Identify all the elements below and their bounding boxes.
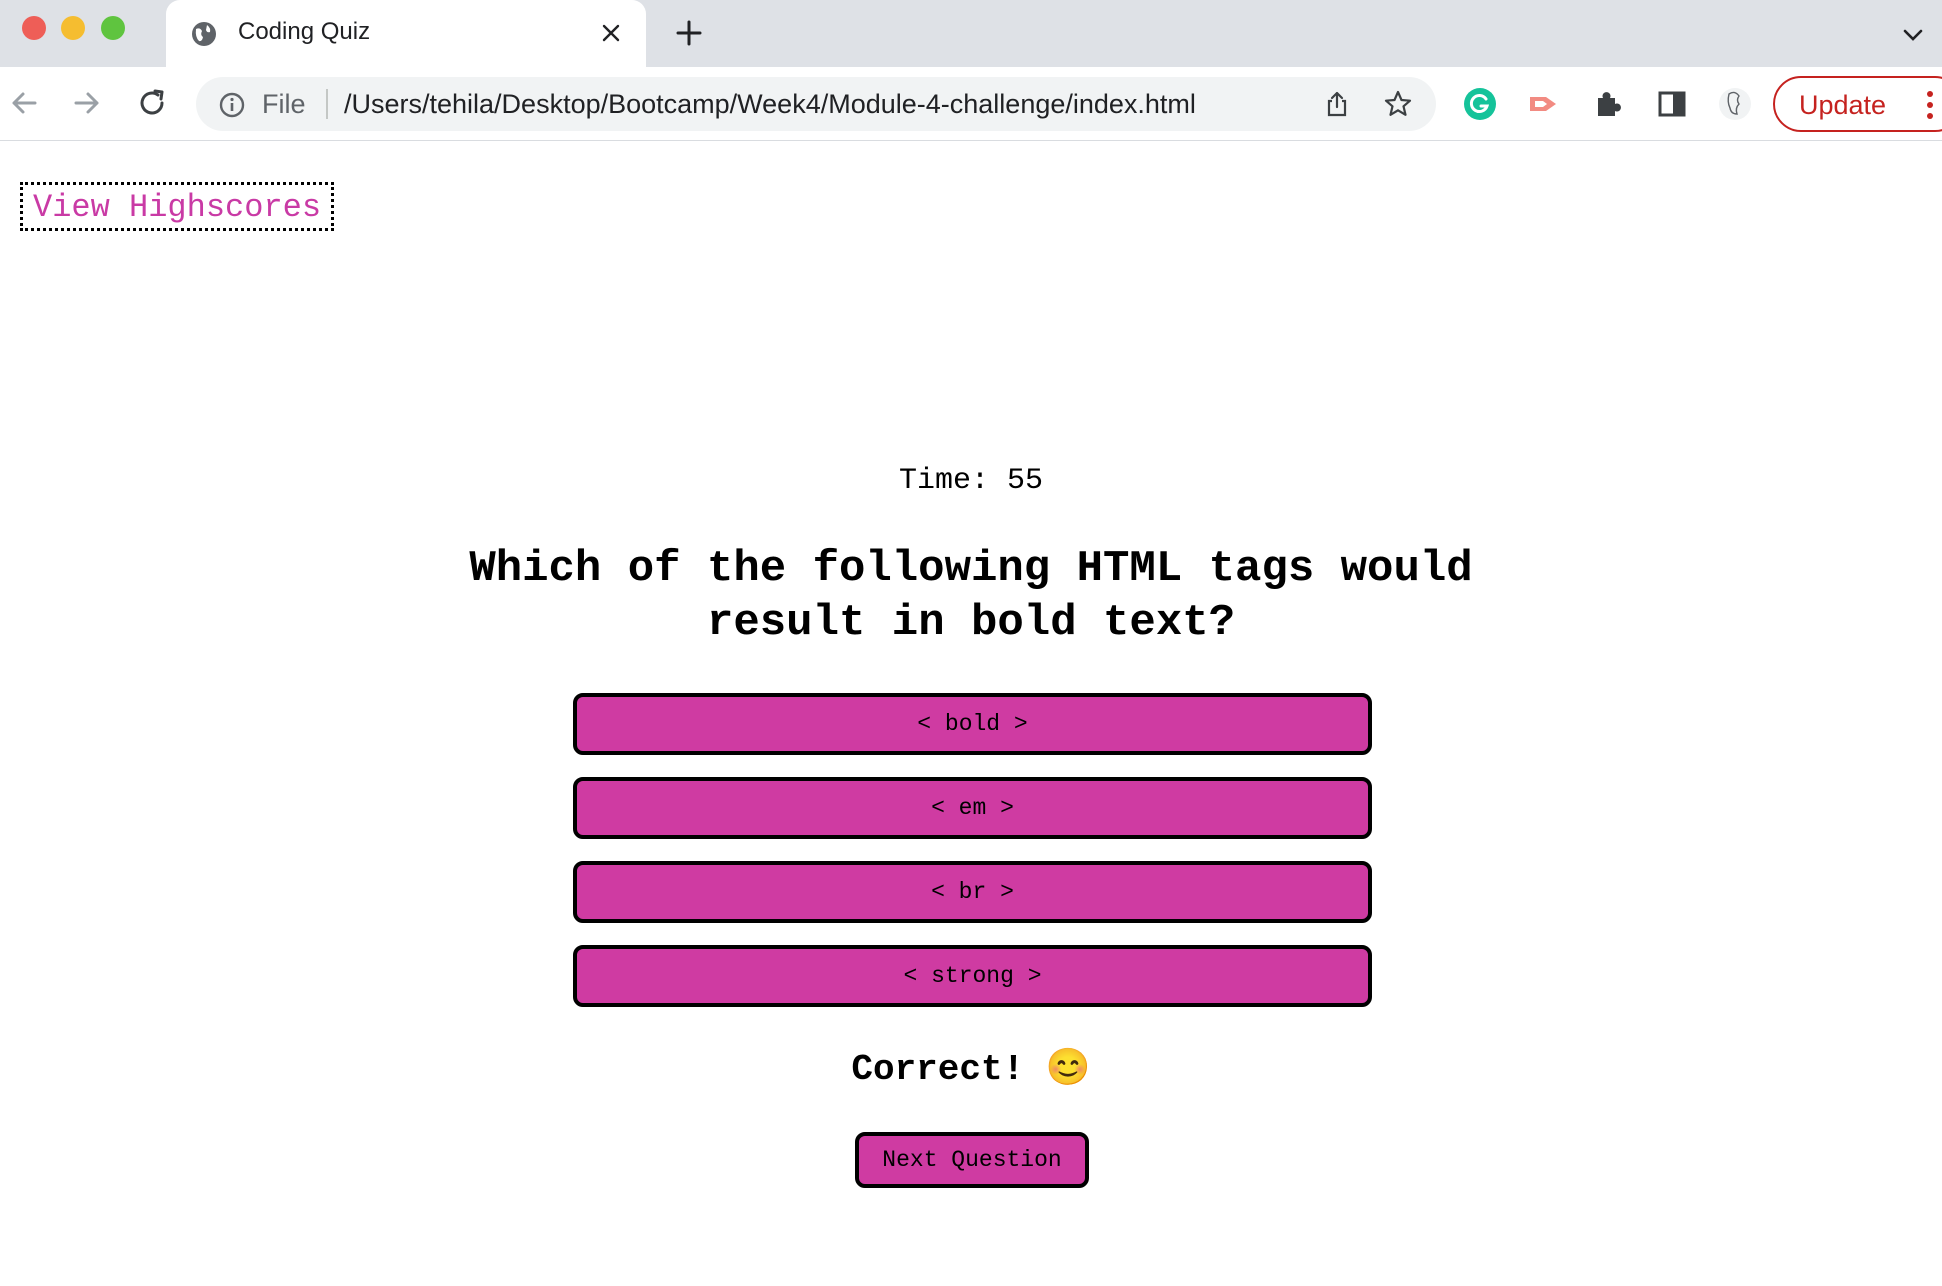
answer-choice-4[interactable]: < strong > [573, 945, 1372, 1007]
star-icon[interactable] [1382, 88, 1414, 120]
tab-title: Coding Quiz [238, 18, 371, 45]
new-tab-icon[interactable] [672, 16, 706, 50]
screencast-icon[interactable] [1526, 86, 1562, 122]
answer-choice-1[interactable]: < bold > [573, 693, 1372, 755]
forward-icon[interactable] [69, 85, 105, 121]
page-content: View Highscores Time: 55 Which of the fo… [0, 142, 1942, 1286]
answer-choice-2[interactable]: < em > [573, 777, 1372, 839]
url-text[interactable]: /Users/tehila/Desktop/Bootcamp/Week4/Mod… [344, 89, 1196, 120]
share-icon[interactable] [1322, 89, 1352, 119]
back-icon[interactable] [6, 85, 42, 121]
more-menu-icon[interactable] [1923, 88, 1937, 122]
browser-toolbar: File /Users/tehila/Desktop/Bootcamp/Week… [0, 67, 1942, 141]
maximize-window-button[interactable] [101, 16, 125, 40]
side-panel-icon[interactable] [1654, 86, 1690, 122]
close-window-button[interactable] [22, 16, 46, 40]
answer-choice-3[interactable]: < br > [573, 861, 1372, 923]
feedback-message: Correct! 😊 [851, 1049, 1091, 1090]
view-highscores-link[interactable]: View Highscores [20, 182, 335, 231]
next-question-button[interactable]: Next Question [855, 1132, 1089, 1188]
tab-coding-quiz[interactable]: Coding Quiz [166, 0, 646, 67]
tab-strip: Coding Quiz [0, 0, 1942, 67]
question-text: Which of the following HTML tags would r… [469, 544, 1473, 648]
minimize-window-button[interactable] [61, 16, 85, 40]
info-icon[interactable] [218, 91, 246, 119]
omnibox-divider [326, 89, 328, 119]
timer: Time: 55 [898, 464, 1044, 498]
profile-avatar-icon[interactable] [1717, 86, 1753, 122]
chevron-down-icon[interactable] [1898, 20, 1928, 50]
reload-icon[interactable] [134, 85, 170, 121]
update-label: Update [1799, 90, 1887, 120]
globe-icon [192, 22, 216, 46]
update-button[interactable]: Update [1773, 76, 1942, 132]
grammarly-icon[interactable] [1462, 86, 1498, 122]
extensions-icon[interactable] [1590, 86, 1626, 122]
address-bar[interactable]: File /Users/tehila/Desktop/Bootcamp/Week… [196, 77, 1436, 131]
scheme-label: File [262, 89, 306, 119]
close-tab-icon[interactable] [596, 18, 626, 48]
